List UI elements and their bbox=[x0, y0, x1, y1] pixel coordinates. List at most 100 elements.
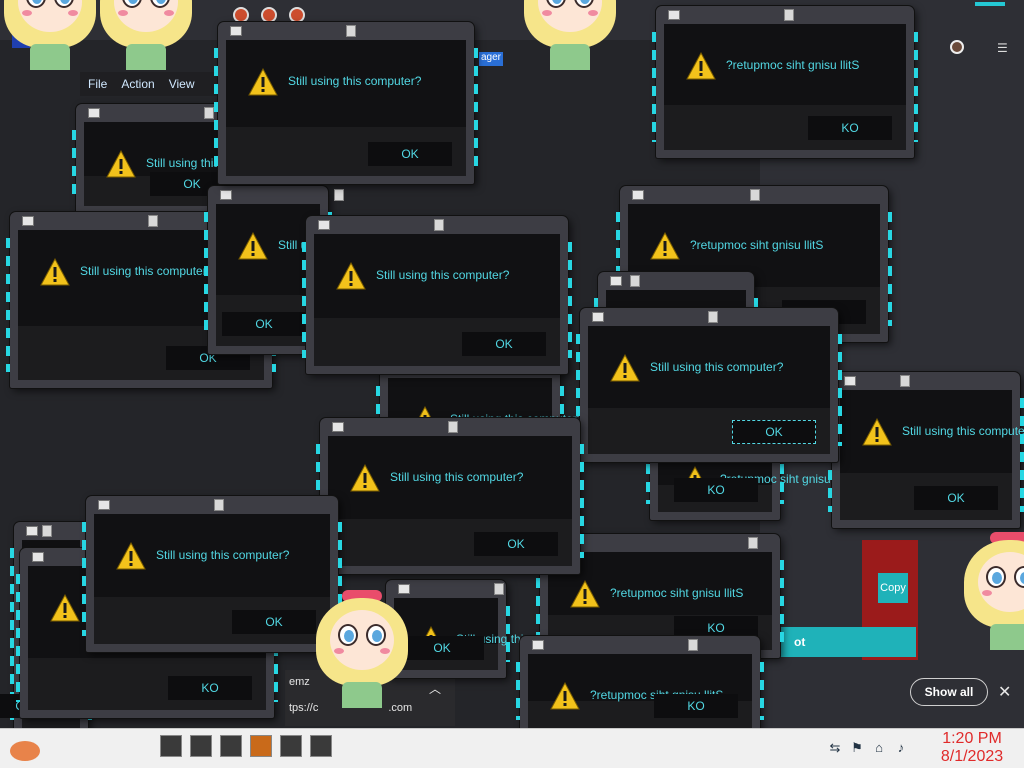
taskbar-apps bbox=[160, 735, 332, 757]
dialog-app-icon bbox=[26, 526, 38, 536]
warning-icon bbox=[116, 541, 146, 570]
taskbar-app-icon[interactable] bbox=[160, 735, 182, 757]
ok-button[interactable]: OK bbox=[914, 486, 998, 510]
dialog-close-icon[interactable] bbox=[42, 525, 52, 537]
dialog-close-icon[interactable] bbox=[784, 9, 794, 21]
warning-dialog[interactable]: ?retupmoc siht gnisu llitS KO bbox=[652, 6, 918, 158]
ok-button[interactable]: KO bbox=[674, 478, 758, 502]
warning-dialog[interactable]: Still using this computer? OK bbox=[214, 22, 478, 184]
ok-button[interactable]: OK bbox=[400, 636, 484, 660]
menu-file[interactable]: File bbox=[88, 77, 107, 91]
taskbar: ⇆ ⚑ ⌂ ♪ 1:20 PM 8/1/2023 bbox=[0, 728, 1024, 768]
dialog-app-icon bbox=[220, 190, 232, 200]
close-icon[interactable]: ✕ bbox=[998, 682, 1011, 702]
taskbar-app-icon[interactable] bbox=[310, 735, 332, 757]
flag-icon[interactable]: ⚑ bbox=[850, 741, 864, 755]
dialog-close-icon[interactable] bbox=[148, 215, 158, 227]
warning-icon bbox=[40, 257, 70, 286]
warning-dialog[interactable]: ?retupmoc siht gnisu llitSKO bbox=[516, 636, 764, 736]
clock[interactable]: 1:20 PM 8/1/2023 bbox=[930, 730, 1014, 766]
dialog-close-icon[interactable] bbox=[708, 311, 718, 323]
warning-icon bbox=[650, 231, 680, 260]
warning-dialog[interactable]: Still using this computer?OK bbox=[382, 580, 589, 678]
dialog-app-icon bbox=[230, 26, 242, 36]
ok-button[interactable]: OK bbox=[732, 420, 816, 444]
dialog-close-icon[interactable] bbox=[750, 189, 760, 201]
dialog-message: Still using this computer? bbox=[902, 424, 1024, 438]
menu-bar: File Action View bbox=[80, 72, 220, 96]
dialog-app-icon bbox=[668, 10, 680, 20]
dialog-message: Still using this computer? bbox=[288, 74, 422, 88]
warning-icon bbox=[50, 593, 80, 622]
notification-url: tps://c .com bbox=[289, 702, 413, 714]
ok-button[interactable]: KO bbox=[654, 694, 738, 718]
dialog-close-icon[interactable] bbox=[448, 421, 458, 433]
dialog-app-icon bbox=[88, 108, 100, 118]
warning-dialog[interactable]: Still using this computer?OK bbox=[576, 308, 842, 462]
dialog-app-icon bbox=[532, 640, 544, 650]
start-button[interactable] bbox=[10, 741, 40, 761]
ok-button[interactable]: OK bbox=[462, 332, 546, 356]
warning-dialog[interactable]: Still using this computer? OK bbox=[828, 372, 1024, 528]
copy-button[interactable]: Copy bbox=[878, 573, 908, 603]
dialog-close-icon[interactable] bbox=[334, 189, 344, 201]
warning-icon bbox=[610, 353, 640, 382]
tab-favicon-icon[interactable] bbox=[289, 7, 305, 23]
tab-favicon-icon[interactable] bbox=[233, 7, 249, 23]
warning-dialog[interactable]: Still using this computer?OK bbox=[302, 216, 572, 374]
teal-action-button[interactable]: ot bbox=[780, 627, 916, 657]
warning-icon bbox=[350, 463, 380, 492]
clock-time: 1:20 PM bbox=[942, 730, 1002, 747]
ok-button[interactable]: OK bbox=[232, 610, 316, 634]
taskbar-app-icon[interactable] bbox=[220, 735, 242, 757]
ok-button[interactable]: OK bbox=[368, 142, 452, 166]
menu-action[interactable]: Action bbox=[121, 77, 154, 91]
dialog-message: ?retupmoc siht gnisu llitS bbox=[610, 586, 744, 600]
dialog-close-icon[interactable] bbox=[688, 639, 698, 651]
menu-icon[interactable]: ☰ bbox=[997, 42, 1008, 54]
dialog-close-icon[interactable] bbox=[748, 537, 758, 549]
dialog-message: ?retupmoc siht gnisu llitS bbox=[726, 58, 860, 72]
account-avatar[interactable] bbox=[950, 40, 964, 54]
ok-button[interactable]: OK bbox=[222, 312, 306, 336]
dialog-app-icon bbox=[22, 216, 34, 226]
dialog-app-icon bbox=[32, 552, 44, 562]
dialog-close-icon[interactable] bbox=[900, 375, 910, 387]
warning-icon bbox=[570, 579, 600, 608]
warning-dialog[interactable]: Still using this computer? OK bbox=[316, 418, 584, 574]
ok-button[interactable]: KO bbox=[808, 116, 892, 140]
taskbar-app-icon[interactable] bbox=[250, 735, 272, 757]
dialog-app-icon bbox=[318, 220, 330, 230]
warning-icon bbox=[106, 149, 136, 178]
warning-icon bbox=[238, 231, 268, 260]
wifi-icon[interactable]: ⌂ bbox=[872, 741, 886, 755]
dialog-app-icon bbox=[98, 500, 110, 510]
dialog-message: Still using this computer? bbox=[156, 548, 290, 562]
show-all-button[interactable]: Show all bbox=[910, 678, 988, 706]
network-icon[interactable]: ⇆ bbox=[828, 741, 842, 755]
taskbar-app-icon[interactable] bbox=[190, 735, 212, 757]
warning-dialog[interactable]: Still using this computer? OK bbox=[82, 496, 342, 652]
dialog-close-icon[interactable] bbox=[494, 583, 504, 595]
volume-icon[interactable]: ♪ bbox=[894, 741, 908, 755]
ok-button[interactable]: KO bbox=[168, 676, 252, 700]
warning-icon bbox=[686, 51, 716, 80]
app-badge-icon: MFT bbox=[12, 30, 30, 48]
address-fragment[interactable]: ager bbox=[479, 52, 504, 66]
taskbar-app-icon[interactable] bbox=[280, 735, 302, 757]
dialog-close-icon[interactable] bbox=[434, 219, 444, 231]
app-title: MFT ME bbox=[12, 30, 54, 48]
menu-view[interactable]: View bbox=[169, 77, 195, 91]
dialog-app-icon bbox=[844, 376, 856, 386]
dialog-close-icon[interactable] bbox=[214, 499, 224, 511]
warning-icon bbox=[862, 417, 892, 446]
ok-button[interactable]: OK bbox=[474, 532, 558, 556]
dialog-message: Still using this computer? bbox=[390, 470, 524, 484]
chevron-up-icon[interactable]: ︿ bbox=[429, 680, 441, 697]
dialog-close-icon[interactable] bbox=[346, 25, 356, 37]
tab-favicon-icon[interactable] bbox=[261, 7, 277, 23]
dialog-close-icon[interactable] bbox=[204, 107, 214, 119]
warning-icon bbox=[248, 67, 278, 96]
notification-card[interactable]: emz tps://c .com ︿ bbox=[285, 670, 455, 726]
dialog-close-icon[interactable] bbox=[630, 275, 640, 287]
